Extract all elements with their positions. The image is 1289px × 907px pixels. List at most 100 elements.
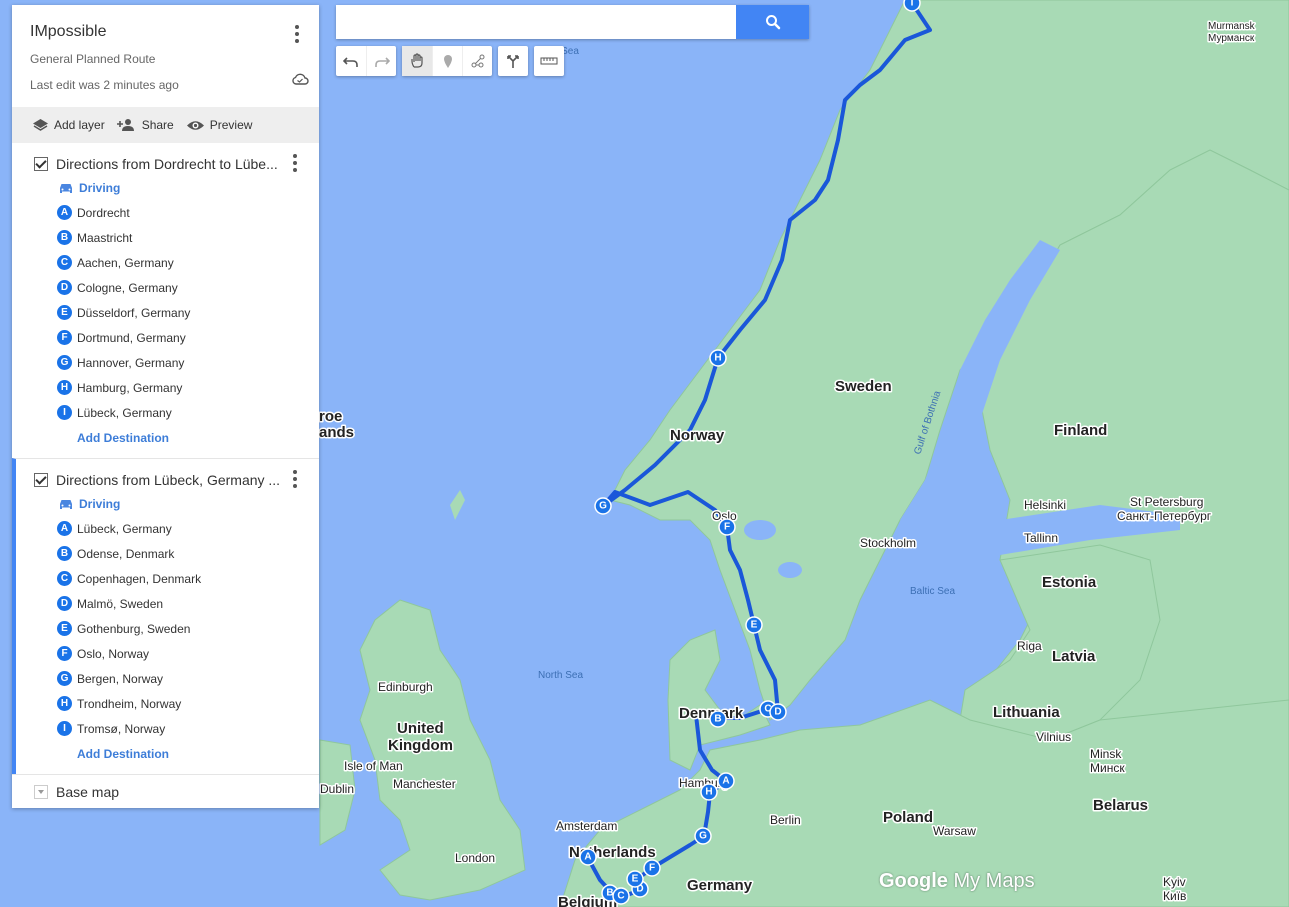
redo-button[interactable] [366, 46, 396, 76]
stop-name: Cologne, Germany [77, 280, 178, 295]
route2-marker-i[interactable]: I [903, 0, 921, 12]
layer-2[interactable]: Directions from Lübeck, Germany ... Driv… [12, 458, 319, 774]
layer-1-travel-mode[interactable]: Driving [12, 175, 319, 200]
search-input[interactable] [336, 5, 736, 39]
label-poland: Poland [883, 809, 933, 826]
stop-name: Lübeck, Germany [77, 521, 172, 536]
label-dublin: Dublin [320, 782, 354, 796]
route1-marker-g[interactable]: G [694, 827, 712, 845]
label-helsinki: Helsinki [1024, 498, 1066, 512]
search-button[interactable] [736, 5, 809, 39]
route1-marker-h[interactable]: H [700, 783, 718, 801]
label-isle-of-man: Isle of Man [344, 759, 403, 773]
add-directions-tool[interactable] [498, 46, 528, 76]
layer-1-add-destination-link[interactable]: Add Destination [12, 425, 319, 450]
layer-2-title[interactable]: Directions from Lübeck, Germany ... [56, 472, 284, 488]
route2-marker-d[interactable]: D [769, 703, 787, 721]
undo-button[interactable] [336, 46, 366, 76]
route2-marker-g[interactable]: G [594, 497, 612, 515]
share-button[interactable]: Share [116, 118, 174, 132]
base-map-section[interactable]: Base map [12, 774, 319, 808]
list-item[interactable]: C Copenhagen, Denmark [16, 566, 319, 591]
map-toolbar [336, 46, 564, 76]
label-latvia: Latvia [1052, 648, 1096, 665]
layer-1-header: Directions from Dordrecht to Lübe... [12, 153, 319, 175]
select-hand-tool[interactable] [402, 46, 432, 76]
svg-text:A: A [722, 776, 729, 787]
list-item[interactable]: B Maastricht [12, 225, 319, 250]
list-item[interactable]: H Hamburg, Germany [12, 375, 319, 400]
layer-1-options-menu[interactable] [285, 154, 305, 172]
label-manchester: Manchester [393, 777, 456, 791]
layer-2-options-menu[interactable] [285, 470, 305, 488]
map-title[interactable]: IMpossible [30, 23, 301, 41]
layer-2-travel-mode[interactable]: Driving [16, 491, 319, 516]
route1-marker-f[interactable]: F [643, 859, 661, 877]
route2-marker-h[interactable]: H [709, 349, 727, 367]
route1-marker-c[interactable]: C [612, 887, 630, 905]
route2-marker-a[interactable]: A [717, 772, 735, 790]
label-stockholm: Stockholm [860, 536, 916, 550]
search-icon [765, 15, 780, 30]
hand-icon [411, 53, 423, 68]
map-description[interactable]: General Planned Route [30, 52, 301, 66]
label-belarus: Belarus [1093, 797, 1148, 814]
list-item[interactable]: D Cologne, Germany [12, 275, 319, 300]
svg-text:I: I [911, 0, 914, 9]
list-item[interactable]: I Lübeck, Germany [12, 400, 319, 425]
list-item[interactable]: G Hannover, Germany [12, 350, 319, 375]
list-item[interactable]: G Bergen, Norway [16, 666, 319, 691]
label-minsk: Minsk [1090, 747, 1122, 761]
list-item[interactable]: I Tromsø, Norway [16, 716, 319, 741]
list-item[interactable]: H Trondheim, Norway [16, 691, 319, 716]
list-item[interactable]: C Aachen, Germany [12, 250, 319, 275]
route1-marker-a[interactable]: A [579, 848, 597, 866]
stop-letter-badge: H [57, 380, 72, 395]
list-item[interactable]: B Odense, Denmark [16, 541, 319, 566]
google-my-maps-logo: Google My Maps [879, 870, 1035, 893]
label-germany: Germany [687, 877, 753, 894]
stop-letter-badge: G [57, 355, 72, 370]
list-item[interactable]: A Lübeck, Germany [16, 516, 319, 541]
add-marker-tool[interactable] [432, 46, 462, 76]
svg-text:E: E [632, 874, 639, 885]
undo-icon [343, 57, 358, 67]
add-layer-button[interactable]: Add layer [32, 118, 105, 133]
label-tallinn: Tallinn [1024, 531, 1058, 545]
layer-1-title[interactable]: Directions from Dordrecht to Lübe... [56, 156, 284, 172]
list-item[interactable]: A Dordrecht [12, 200, 319, 225]
layer-2-visibility-checkbox[interactable] [34, 473, 48, 487]
draw-line-tool[interactable] [462, 46, 492, 76]
layer-1-visibility-checkbox[interactable] [34, 157, 48, 171]
svg-text:C: C [617, 891, 624, 902]
route1-marker-e[interactable]: E [626, 870, 644, 888]
label-st-petersburg-cyr: Санкт-Петербург [1117, 509, 1212, 523]
label-baltic-sea: Baltic Sea [910, 586, 955, 597]
preview-label: Preview [209, 118, 253, 132]
list-item[interactable]: F Oslo, Norway [16, 641, 319, 666]
route2-marker-f[interactable]: F [718, 518, 736, 536]
list-item[interactable]: D Malmö, Sweden [16, 591, 319, 616]
stop-letter-badge: I [57, 721, 72, 736]
svg-text:A: A [584, 852, 591, 863]
marker-icon [443, 55, 452, 68]
list-item[interactable]: E Gothenburg, Sweden [16, 616, 319, 641]
preview-button[interactable]: Preview [186, 118, 253, 132]
label-london: London [455, 851, 495, 865]
svg-text:G: G [699, 831, 707, 842]
map-options-menu[interactable] [287, 25, 307, 43]
history-group [336, 46, 396, 76]
list-item[interactable]: F Dortmund, Germany [12, 325, 319, 350]
label-uk-1: United [397, 720, 444, 737]
route2-marker-e[interactable]: E [745, 616, 763, 634]
layer-2-add-destination-link[interactable]: Add Destination [16, 741, 319, 766]
share-label: Share [141, 118, 174, 132]
expand-arrow-icon[interactable] [34, 784, 48, 799]
lake [778, 562, 802, 578]
eye-icon [186, 120, 204, 130]
layer-1[interactable]: Directions from Dordrecht to Lübe... Dri… [12, 143, 319, 458]
stop-name: Trondheim, Norway [77, 696, 182, 711]
measure-tool[interactable] [534, 46, 564, 76]
route2-marker-b[interactable]: B [709, 710, 727, 728]
list-item[interactable]: E Düsseldorf, Germany [12, 300, 319, 325]
